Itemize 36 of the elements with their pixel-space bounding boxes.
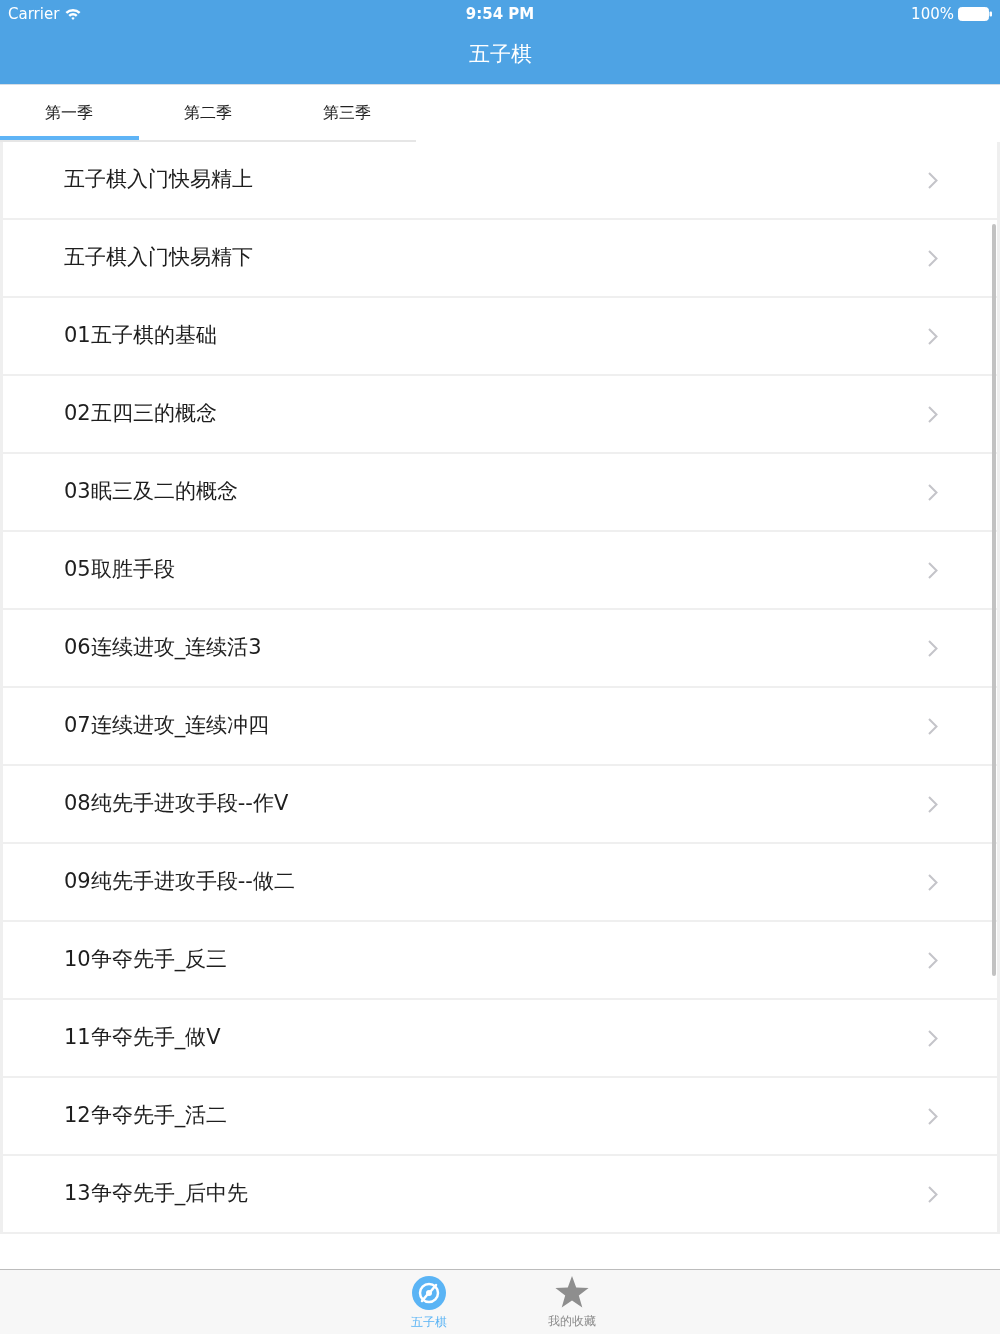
carrier-label: Carrier xyxy=(8,3,60,25)
season-tab[interactable]: 第二季 xyxy=(138,85,278,140)
list-row[interactable]: 11争夺先手_做V xyxy=(0,1000,1000,1078)
list-row[interactable]: 五子棋入门快易精上 xyxy=(0,142,1000,220)
chevron-right-icon xyxy=(928,171,938,189)
list-row[interactable]: 06连续进攻_连续活3 xyxy=(0,610,1000,688)
chevron-right-icon xyxy=(928,1029,938,1047)
chevron-right-icon xyxy=(928,873,938,891)
battery-percent: 100% xyxy=(911,3,954,25)
navigation-title: 五子棋 xyxy=(468,41,532,69)
list-row[interactable]: 10争夺先手_反三 xyxy=(0,922,1000,1000)
list-row[interactable]: 07连续进攻_连续冲四 xyxy=(0,688,1000,766)
chevron-right-icon xyxy=(928,249,938,267)
list-row[interactable]: 09纯先手进攻手段--做二 xyxy=(0,844,1000,922)
list-row[interactable]: 02五四三的概念 xyxy=(0,376,1000,454)
chevron-right-icon xyxy=(928,639,938,657)
wifi-icon xyxy=(65,8,82,20)
list-row[interactable]: 08纯先手进攻手段--作V xyxy=(0,766,1000,844)
season-tab[interactable]: 第三季 xyxy=(277,85,416,140)
list-row[interactable]: 五子棋入门快易精下 xyxy=(0,220,1000,298)
chevron-right-icon xyxy=(928,795,938,813)
chevron-right-icon xyxy=(928,405,938,423)
chevron-right-icon xyxy=(928,1107,938,1125)
list-row[interactable]: 03眠三及二的概念 xyxy=(0,454,1000,532)
list-row[interactable]: 12争夺先手_活二 xyxy=(0,1078,1000,1156)
chevron-right-icon xyxy=(928,1185,938,1203)
chevron-right-icon xyxy=(928,483,938,501)
chevron-right-icon xyxy=(928,327,938,345)
chevron-right-icon xyxy=(928,951,938,969)
chevron-right-icon xyxy=(928,561,938,579)
battery-icon xyxy=(958,7,992,21)
status-time: 9:54 PM xyxy=(465,3,535,25)
chevron-right-icon xyxy=(928,717,938,735)
list-row[interactable]: 05取胜手段 xyxy=(0,532,1000,610)
list-row[interactable]: 01五子棋的基础 xyxy=(0,298,1000,376)
list-row[interactable]: 13争夺先手_后中先 xyxy=(0,1156,1000,1234)
